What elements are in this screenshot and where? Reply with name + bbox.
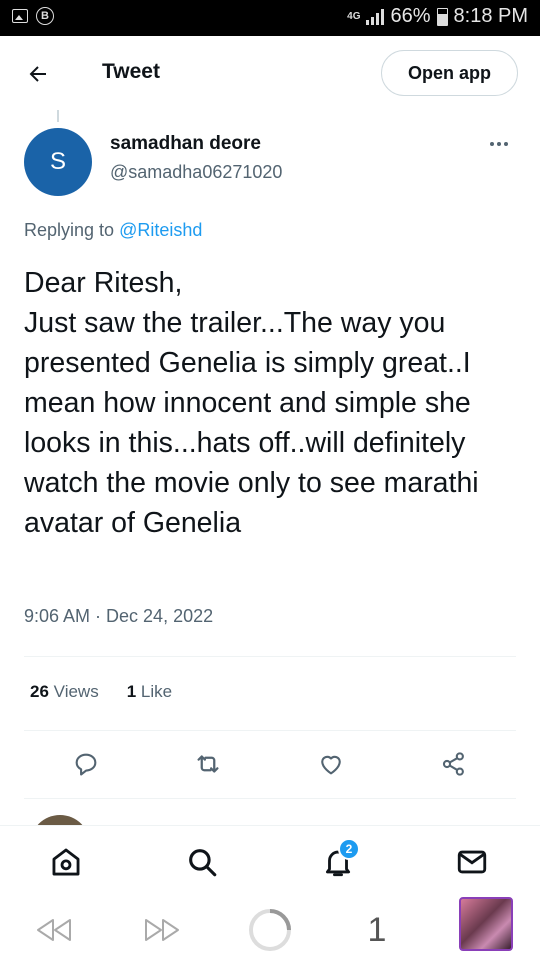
views-count: 26 bbox=[30, 682, 49, 701]
divider bbox=[24, 656, 516, 657]
tweet-actions bbox=[24, 744, 516, 784]
user-handle[interactable]: @samadha06271020 bbox=[110, 162, 282, 183]
tweet-text: Dear Ritesh, Just saw the trailer...The … bbox=[24, 267, 479, 539]
rewind-icon bbox=[37, 919, 71, 941]
tweet-timestamp[interactable]: 9:06 AM · Dec 24, 2022 bbox=[24, 606, 213, 627]
fast-forward-icon bbox=[145, 919, 179, 941]
image-icon bbox=[12, 9, 28, 23]
back-button[interactable] bbox=[20, 56, 56, 92]
avatar[interactable]: S bbox=[24, 128, 92, 196]
profile-image bbox=[459, 897, 513, 951]
share-icon bbox=[442, 752, 464, 776]
arrow-left-icon bbox=[29, 66, 46, 82]
thread-line bbox=[57, 110, 59, 122]
likes-count: 1 bbox=[126, 682, 137, 701]
header: Tweet Open app bbox=[0, 36, 540, 110]
tab-count-button[interactable]: 1 bbox=[360, 908, 394, 952]
profile-thumbnail[interactable] bbox=[458, 897, 514, 951]
browser-bar: 1 bbox=[0, 897, 540, 960]
battery-icon bbox=[436, 7, 448, 26]
like-button[interactable] bbox=[311, 744, 351, 784]
tab-count: 1 bbox=[367, 910, 387, 949]
divider bbox=[24, 730, 516, 731]
divider bbox=[24, 798, 516, 799]
tweet-stats: 26 Views 1 Like bbox=[30, 682, 172, 702]
battery-percent: 66% bbox=[390, 5, 431, 27]
browser-back-button[interactable] bbox=[32, 908, 76, 952]
retweet-icon bbox=[197, 755, 219, 773]
loading-button[interactable] bbox=[246, 908, 294, 952]
status-time: 8:18 PM bbox=[453, 5, 528, 27]
reply-button[interactable] bbox=[66, 744, 106, 784]
display-name[interactable]: samadhan deore bbox=[110, 133, 261, 155]
replying-to: Replying to @Riteishd bbox=[24, 220, 202, 241]
replying-mention-link[interactable]: @Riteishd bbox=[119, 220, 202, 240]
search-icon bbox=[189, 849, 217, 877]
likes-label: Like bbox=[140, 682, 173, 701]
bottom-nav: 2 bbox=[0, 825, 540, 900]
signal-icon bbox=[366, 8, 385, 25]
nav-search[interactable] bbox=[182, 842, 222, 882]
browser-forward-button[interactable] bbox=[140, 908, 184, 952]
more-options-icon[interactable] bbox=[490, 142, 508, 146]
nav-home[interactable] bbox=[46, 842, 86, 882]
views-stat[interactable]: 26 Views bbox=[30, 682, 99, 702]
open-app-button[interactable]: Open app bbox=[381, 50, 518, 96]
reply-icon bbox=[75, 753, 97, 776]
loading-spinner-icon bbox=[249, 909, 291, 951]
network-label: 4G bbox=[347, 10, 361, 22]
b-circle-icon: B bbox=[36, 7, 54, 25]
heart-icon bbox=[321, 755, 341, 775]
views-label: Views bbox=[53, 682, 99, 701]
page-title: Tweet bbox=[102, 60, 160, 83]
likes-stat[interactable]: 1 Like bbox=[127, 682, 172, 702]
share-button[interactable] bbox=[434, 744, 474, 784]
nav-messages[interactable] bbox=[452, 842, 492, 882]
messages-icon bbox=[457, 850, 487, 874]
home-icon bbox=[52, 848, 80, 876]
notification-badge: 2 bbox=[338, 838, 360, 860]
replying-prefix: Replying to bbox=[24, 220, 120, 240]
retweet-button[interactable] bbox=[188, 744, 228, 784]
status-bar: B 4G 66% 8:18 PM bbox=[0, 0, 540, 36]
